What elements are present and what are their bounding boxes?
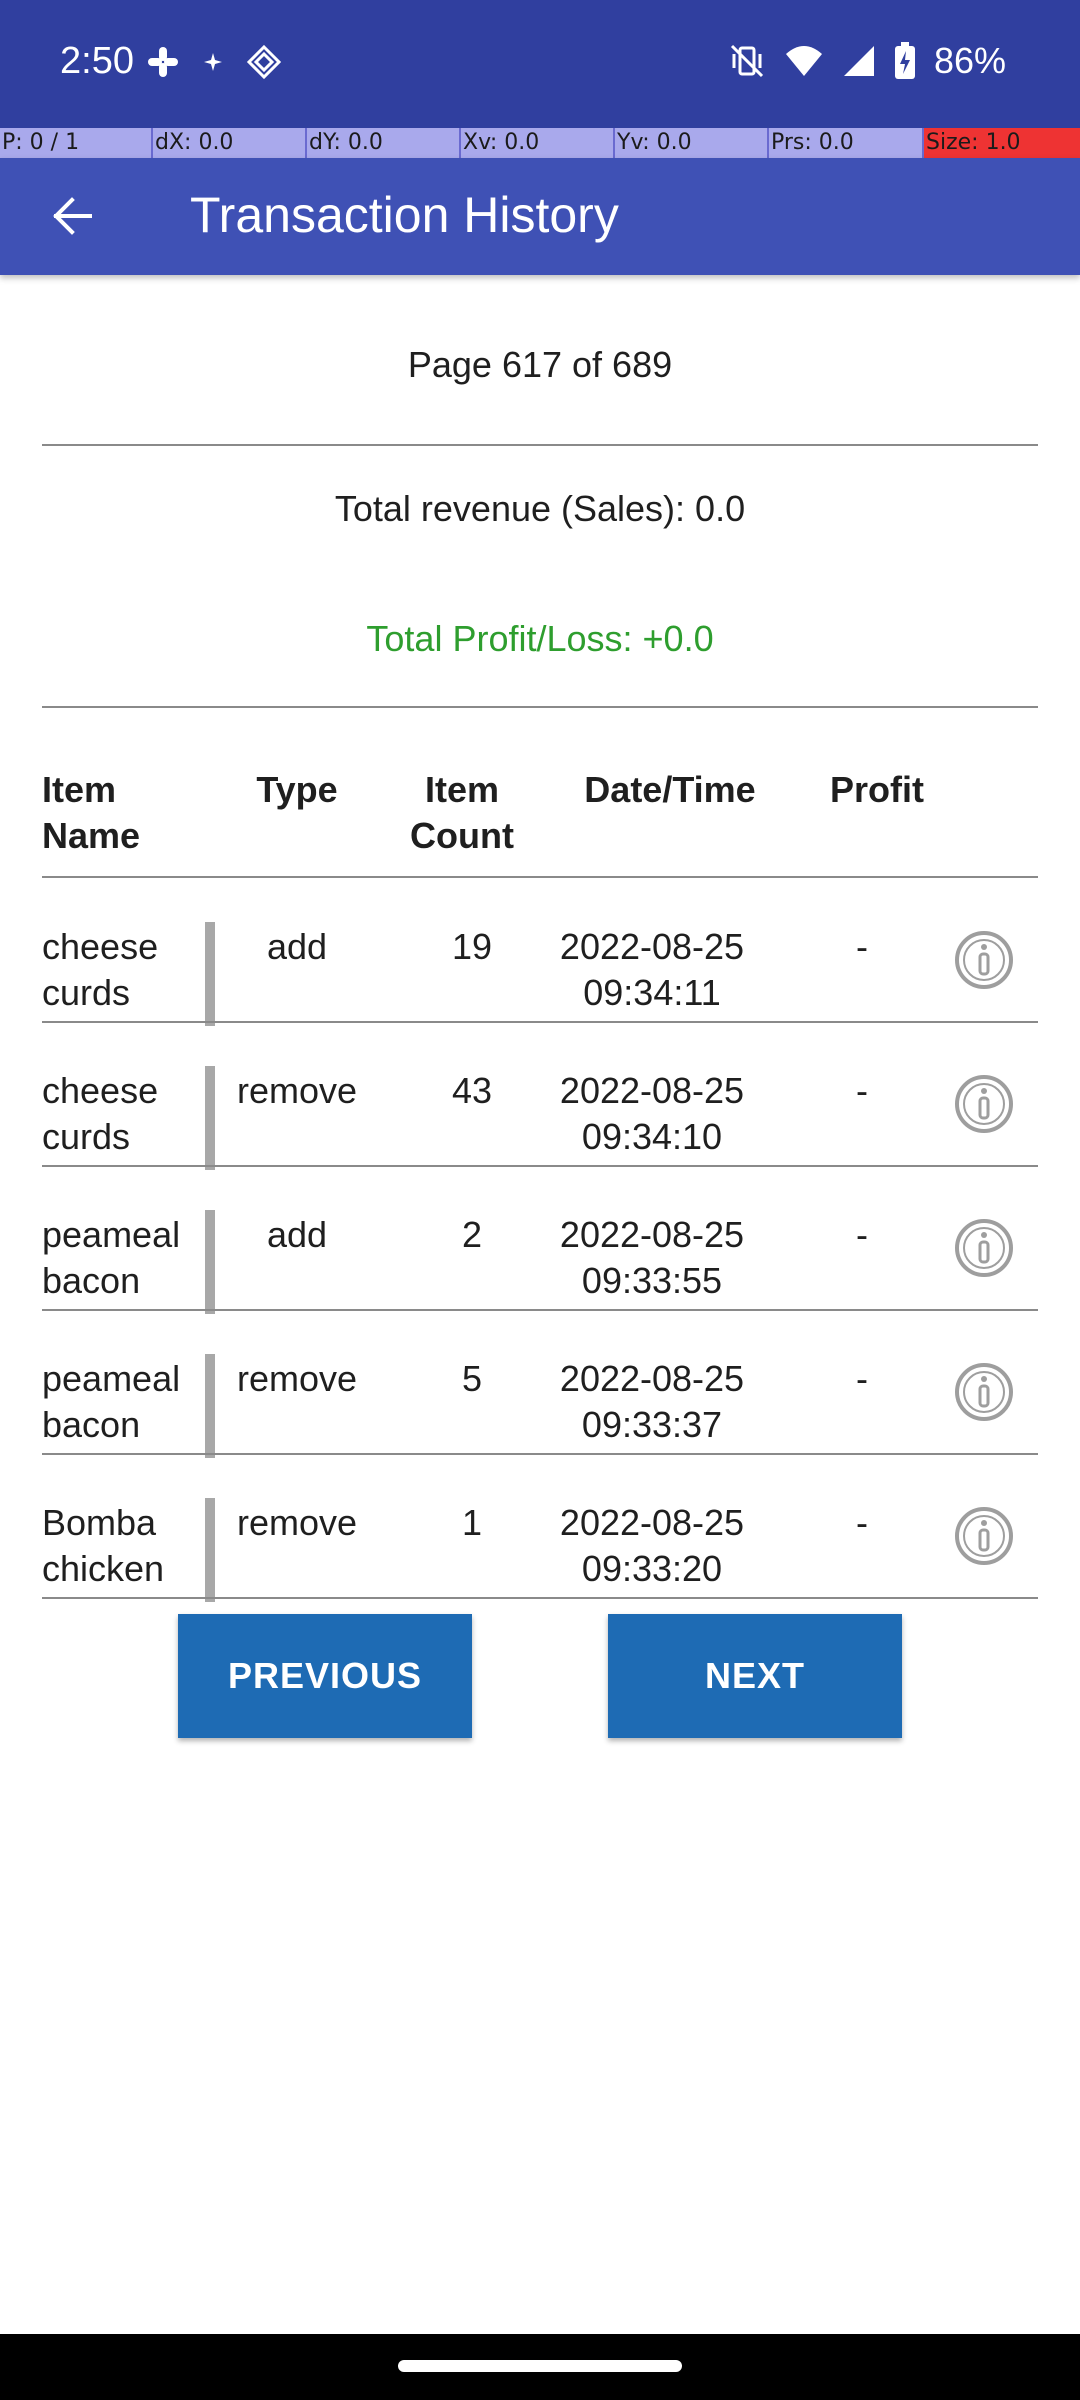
pointer-dy: dY: 0.0 (307, 128, 461, 158)
previous-button[interactable]: PREVIOUS (178, 1614, 472, 1738)
pointer-xv: Xv: 0.0 (461, 128, 615, 158)
row-separator-bar (205, 1066, 215, 1170)
item-count: 2 (461, 1214, 483, 1255)
table-row: Bomba chicken remove 1 2022-08-25 09:33:… (42, 1454, 1038, 1602)
info-button[interactable] (954, 1506, 1014, 1566)
header-item-name: Item Name (42, 769, 141, 856)
info-icon (955, 1507, 1013, 1565)
diamond-grid-icon (246, 44, 282, 80)
row-separator-bar (205, 1354, 215, 1458)
total-profit-loss: Total Profit/Loss: +0.0 (366, 618, 714, 659)
app-bar: Transaction History (0, 158, 1080, 275)
status-time: 2:50 (60, 40, 134, 82)
item-type: add (266, 1214, 328, 1255)
divider (42, 444, 1038, 446)
table-row: peameal bacon add 2 2022-08-25 09:33:55 … (42, 1166, 1038, 1314)
page-indicator: Page 617 of 689 (407, 344, 673, 385)
item-profit: - (856, 1214, 868, 1255)
info-button[interactable] (954, 1074, 1014, 1134)
pointer-pressure: Prs: 0.0 (769, 128, 924, 158)
table-row: cheese curds remove 43 2022-08-25 09:34:… (42, 1022, 1038, 1170)
item-profit: - (856, 1070, 868, 1111)
item-name: cheese curds (42, 1070, 159, 1157)
item-profit: - (856, 1502, 868, 1543)
info-icon (955, 1075, 1013, 1133)
pointer-dx: dX: 0.0 (153, 128, 307, 158)
item-name: peameal bacon (42, 1358, 181, 1445)
item-name: peameal bacon (42, 1214, 181, 1301)
divider (42, 1597, 1038, 1599)
battery-charging-icon (894, 42, 916, 80)
back-button[interactable] (34, 180, 110, 256)
header-datetime: Date/Time (584, 769, 756, 810)
info-button[interactable] (954, 930, 1014, 990)
status-bar: 2:50 86% (0, 0, 1080, 128)
next-button[interactable]: NEXT (608, 1614, 902, 1738)
item-type: remove (236, 1502, 358, 1543)
header-item-count: Item Count (410, 769, 514, 856)
system-nav-bar (0, 2334, 1080, 2400)
info-button[interactable] (954, 1362, 1014, 1422)
item-datetime: 2022-08-25 09:33:37 (559, 1358, 745, 1445)
row-separator-bar (205, 922, 215, 1026)
table-row: cheese curds add 19 2022-08-25 09:34:11 … (42, 878, 1038, 1026)
item-name: Bomba chicken (42, 1502, 165, 1589)
item-datetime: 2022-08-25 09:33:20 (559, 1502, 745, 1589)
total-revenue: Total revenue (Sales): 0.0 (334, 488, 746, 529)
wifi-icon (784, 44, 824, 78)
battery-percent: 86% (933, 40, 1006, 81)
pointer-count: P: 0 / 1 (0, 128, 153, 158)
info-icon (955, 1219, 1013, 1277)
item-type: add (266, 926, 328, 967)
item-profit: - (856, 926, 868, 967)
info-button[interactable] (954, 1218, 1014, 1278)
pointer-yv: Yv: 0.0 (615, 128, 769, 158)
item-count: 19 (451, 926, 493, 967)
home-gesture-handle[interactable] (398, 2360, 682, 2372)
sparkle-icon (202, 51, 224, 73)
item-count: 5 (461, 1358, 483, 1399)
header-type: Type (256, 769, 338, 810)
item-datetime: 2022-08-25 09:34:10 (559, 1070, 745, 1157)
row-separator-bar (205, 1498, 215, 1602)
page-title: Transaction History (190, 187, 619, 243)
signal-icon (842, 44, 876, 78)
item-count: 1 (461, 1502, 483, 1543)
arrow-back-icon (50, 194, 94, 243)
header-profit: Profit (830, 769, 924, 810)
item-type: remove (236, 1358, 358, 1399)
item-type: remove (236, 1070, 358, 1111)
divider (42, 706, 1038, 708)
item-datetime: 2022-08-25 09:33:55 (559, 1214, 745, 1301)
info-icon (955, 931, 1013, 989)
pointer-size: Size: 1.0 (924, 128, 1080, 158)
item-name: cheese curds (42, 926, 159, 1013)
item-datetime: 2022-08-25 09:34:11 (559, 926, 745, 1013)
info-icon (955, 1363, 1013, 1421)
vibrate-off-icon (728, 42, 766, 80)
item-profit: - (856, 1358, 868, 1399)
pointer-location-overlay: P: 0 / 1 dX: 0.0 dY: 0.0 Xv: 0.0 Yv: 0.0… (0, 128, 1080, 158)
row-separator-bar (205, 1210, 215, 1314)
item-count: 43 (451, 1070, 493, 1111)
slack-icon (146, 45, 180, 79)
table-row: peameal bacon remove 5 2022-08-25 09:33:… (42, 1310, 1038, 1458)
